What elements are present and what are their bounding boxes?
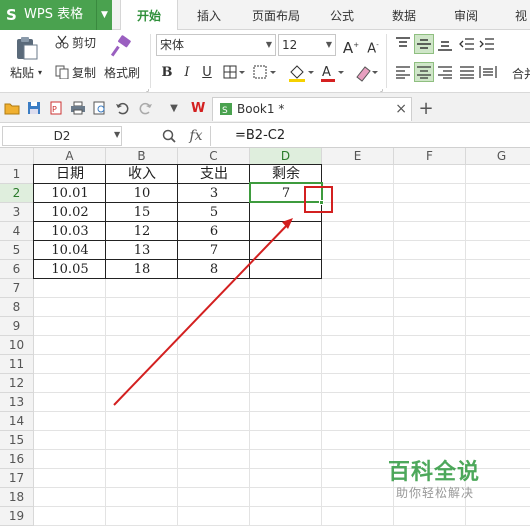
arrow-annotation [113, 221, 291, 406]
highlight-box-annotation [304, 186, 333, 213]
watermark-subtitle: 助你轻松解决 [396, 486, 475, 500]
watermark-title: 百科全说 [388, 460, 481, 485]
watermark: 百科全说 助你轻松解决 [372, 452, 530, 512]
